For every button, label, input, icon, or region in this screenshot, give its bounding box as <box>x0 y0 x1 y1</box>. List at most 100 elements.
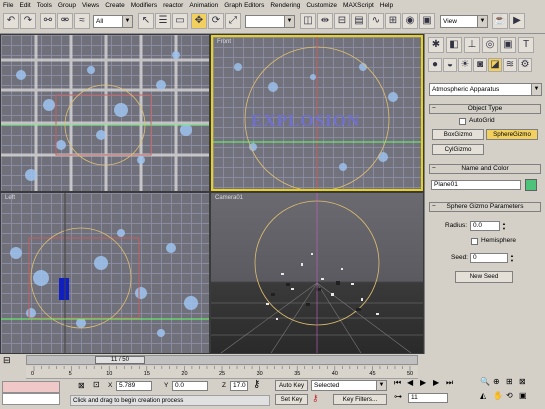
menu-tools[interactable]: Tools <box>34 2 55 9</box>
x-coord-field[interactable]: 5.789 <box>116 381 152 391</box>
left-viewport-label[interactable]: Left <box>5 195 15 201</box>
space-warps-icon[interactable]: ≋ <box>503 58 517 72</box>
arc-rotate-icon[interactable]: ⟲ <box>506 391 513 400</box>
render-last-icon[interactable]: ▶ <box>509 13 525 29</box>
hemisphere-checkbox[interactable] <box>471 238 478 245</box>
shapes-icon[interactable]: ◒ <box>443 58 457 72</box>
motion-tab-icon[interactable]: ◎ <box>482 37 498 53</box>
unlink-icon[interactable]: ⚮ <box>57 13 73 29</box>
layer-icon[interactable]: ▤ <box>351 13 367 29</box>
undo-icon[interactable]: ↶ <box>3 13 19 29</box>
reference-coord-dropdown[interactable]: ▼ <box>245 15 295 28</box>
menu-rendering[interactable]: Rendering <box>267 2 303 9</box>
seed-spinner[interactable]: ▲ ▼ <box>509 253 515 263</box>
sphere-gizmo-params-rollout-header[interactable]: − Sphere Gizmo Parameters <box>429 202 541 212</box>
menu-customize[interactable]: Customize <box>303 2 340 9</box>
time-slider-track[interactable]: 11 / 50 <box>26 355 418 365</box>
redo-icon[interactable]: ↷ <box>20 13 36 29</box>
rect-region-icon[interactable]: ▭ <box>172 13 188 29</box>
systems-icon[interactable]: ⚙ <box>518 58 532 72</box>
selection-lock-icon[interactable]: ⊠ <box>78 381 85 390</box>
menu-edit[interactable]: Edit <box>16 2 33 9</box>
radius-spinner[interactable]: ▲ ▼ <box>501 221 507 231</box>
top-viewport[interactable] <box>1 35 209 191</box>
move-icon[interactable]: ✥ <box>191 13 207 29</box>
key-icon[interactable]: ⚷ <box>253 379 260 390</box>
box-gizmo-button[interactable]: BoxGizmo <box>432 129 484 140</box>
menu-modifiers[interactable]: Modifiers <box>128 2 160 9</box>
y-coord-field[interactable]: 0.0 <box>172 381 208 391</box>
mini-curve-editor-icon[interactable]: ⊟ <box>3 355 11 366</box>
object-color-swatch[interactable] <box>525 179 537 191</box>
rotate-icon[interactable]: ⟳ <box>208 13 224 29</box>
pivot-icon[interactable]: ◫ <box>300 13 316 29</box>
front-viewport-label[interactable]: Front <box>217 39 231 45</box>
menu-views[interactable]: Views <box>79 2 102 9</box>
name-color-rollout-header[interactable]: − Name and Color <box>429 164 541 174</box>
autogrid-checkbox[interactable] <box>459 118 466 125</box>
lights-icon[interactable]: ☀ <box>458 58 472 72</box>
zoom-icon[interactable]: 🔍 <box>480 377 490 386</box>
render-scene-icon[interactable]: ▣ <box>419 13 435 29</box>
hierarchy-tab-icon[interactable]: ⊥ <box>464 37 480 53</box>
menu-reactor[interactable]: reactor <box>160 2 186 9</box>
camera-viewport-label[interactable]: Camera01 <box>215 195 243 201</box>
helpers-icon[interactable]: ◪ <box>488 58 502 72</box>
object-type-rollout-header[interactable]: − Object Type <box>429 104 541 114</box>
schematic-icon[interactable]: ⊞ <box>385 13 401 29</box>
left-viewport[interactable]: Left <box>1 193 209 353</box>
bind-space-warp-icon[interactable]: ≈ <box>74 13 90 29</box>
cameras-icon[interactable]: ◙ <box>473 58 487 72</box>
scale-icon[interactable]: ⤢ <box>225 13 241 29</box>
modify-tab-icon[interactable]: ◧ <box>446 37 462 53</box>
go-to-start-icon[interactable]: ⏮ <box>394 378 401 388</box>
mirror-icon[interactable]: ⇹ <box>317 13 333 29</box>
utilities-tab-icon[interactable]: T <box>518 37 534 53</box>
front-viewport[interactable]: EXPLOSION Front <box>211 35 423 191</box>
radius-field[interactable]: 0.0 <box>470 221 500 231</box>
new-seed-button[interactable]: New Seed <box>455 271 513 283</box>
go-to-end-icon[interactable]: ⏭ <box>446 378 453 388</box>
cyl-gizmo-button[interactable]: CylGizmo <box>432 144 484 155</box>
menu-create[interactable]: Create <box>102 2 128 9</box>
material-editor-icon[interactable]: ◉ <box>402 13 418 29</box>
helper-category-dropdown[interactable]: Atmospheric Apparatus ▼ <box>429 83 542 96</box>
track-bar[interactable]: 0 5 10 15 20 25 30 35 40 45 50 <box>26 366 418 379</box>
zoom-all-icon[interactable]: ⊕ <box>493 377 500 386</box>
view-dropdown[interactable]: View ▼ <box>440 15 488 28</box>
select-link-icon[interactable]: ⚯ <box>40 13 56 29</box>
object-name-field[interactable]: Plane01 <box>431 180 521 190</box>
quick-render-icon[interactable]: ☕ <box>492 13 508 29</box>
absolute-mode-icon[interactable]: ⊡ <box>93 380 100 389</box>
maximize-viewport-icon[interactable]: ▣ <box>519 391 527 400</box>
previous-frame-icon[interactable]: ◀ <box>407 378 413 387</box>
sphere-gizmo-button[interactable]: SphereGizmo <box>486 129 538 140</box>
select-object-icon[interactable]: ↖ <box>138 13 154 29</box>
play-icon[interactable]: ▶ <box>420 378 426 387</box>
camera-viewport[interactable]: Camera01 <box>211 193 423 353</box>
curve-editor-icon[interactable]: ∿ <box>368 13 384 29</box>
key-mode-dropdown[interactable]: Selected ▼ <box>311 380 387 391</box>
create-tab-icon[interactable]: ✱ <box>428 37 444 53</box>
zoom-extents-all-icon[interactable]: ⊠ <box>519 377 526 386</box>
select-by-name-icon[interactable]: ☰ <box>155 13 171 29</box>
seed-field[interactable]: 0 <box>470 253 508 263</box>
set-key-icon[interactable]: ⚷ <box>312 393 319 404</box>
key-filters-button[interactable]: Key Filters... <box>333 394 387 405</box>
key-mode-toggle-icon[interactable]: ⊶ <box>394 392 402 401</box>
set-key-button[interactable]: Set Key <box>275 394 308 405</box>
menu-graph-editors[interactable]: Graph Editors <box>221 2 267 9</box>
next-frame-icon[interactable]: ▶ <box>433 378 439 387</box>
field-of-view-icon[interactable]: ◭ <box>480 391 486 400</box>
current-frame-field[interactable]: 11 <box>408 393 448 403</box>
auto-key-button[interactable]: Auto Key <box>275 380 308 391</box>
geometry-icon[interactable]: ● <box>428 58 442 72</box>
z-coord-field[interactable]: 17.0 <box>230 381 248 391</box>
display-tab-icon[interactable]: ▣ <box>500 37 516 53</box>
menu-help[interactable]: Help <box>377 2 396 9</box>
pan-icon[interactable]: ✋ <box>493 391 503 400</box>
menu-animation[interactable]: Animation <box>186 2 221 9</box>
menu-maxscript[interactable]: MAXScript <box>340 2 377 9</box>
selection-filter-dropdown[interactable]: All ▼ <box>93 15 133 28</box>
time-slider-thumb[interactable]: 11 / 50 <box>95 356 145 364</box>
